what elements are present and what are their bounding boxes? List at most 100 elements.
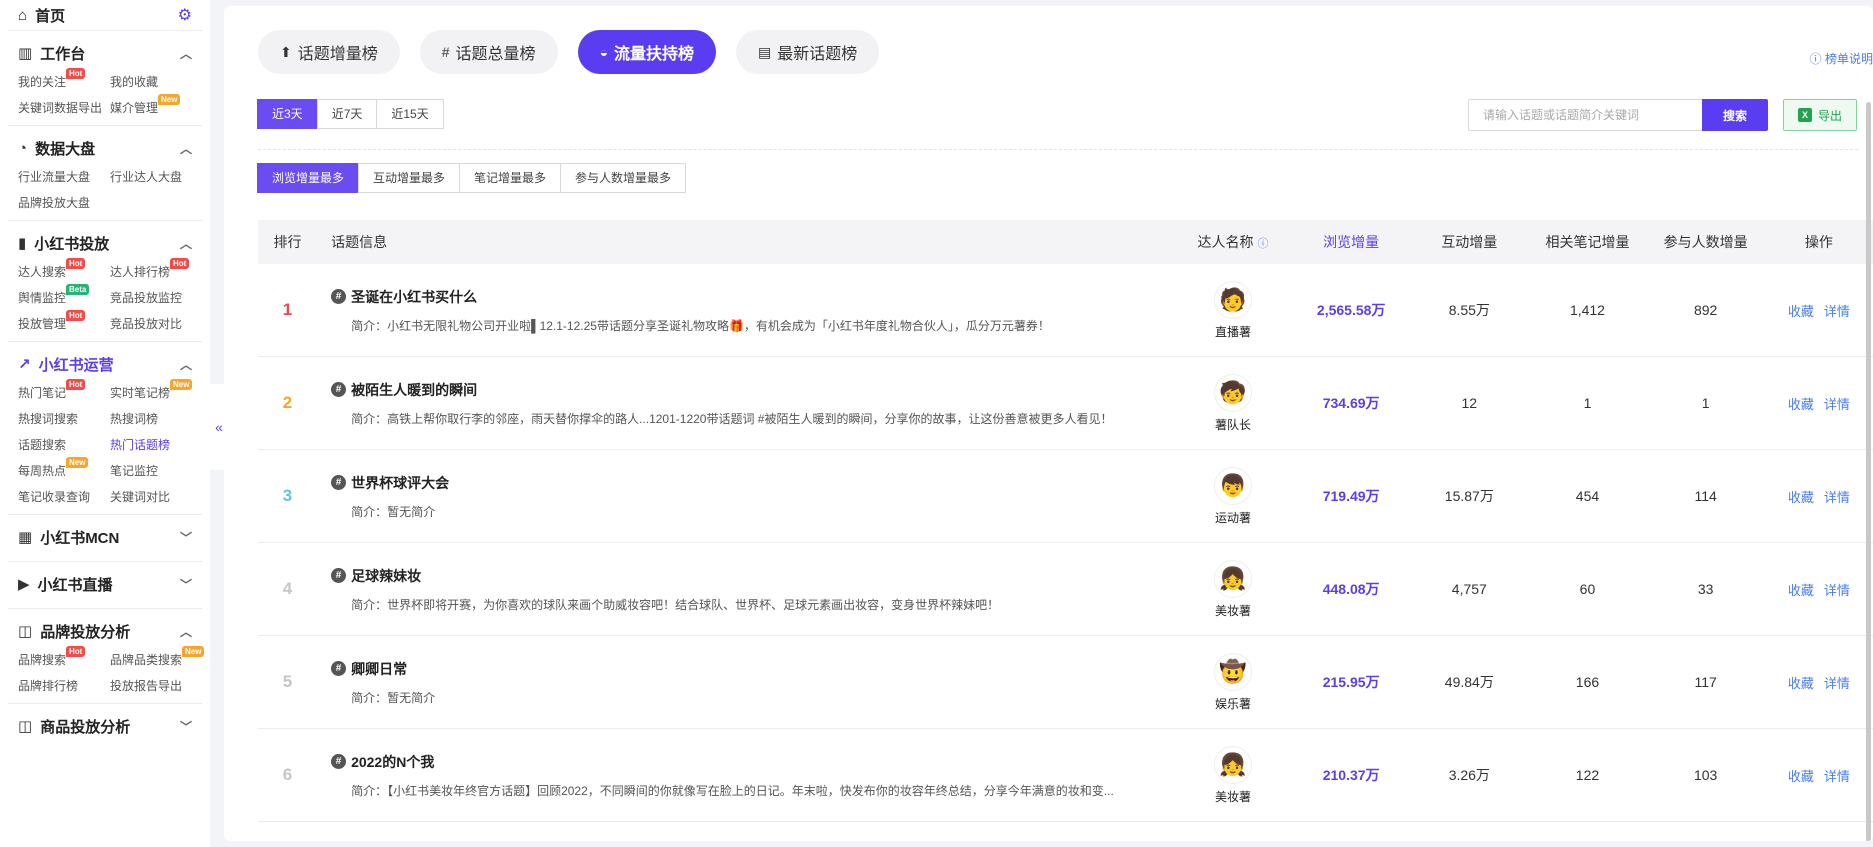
user-cell[interactable]: 👧 美妆薯	[1174, 745, 1292, 805]
sort-filter-option[interactable]: 浏览增量最多	[257, 163, 360, 193]
detail-link[interactable]: 详情	[1824, 676, 1850, 691]
topic-title[interactable]: #2022的N个我	[331, 752, 1174, 772]
tab-0[interactable]: ⬆ 话题增量榜	[258, 30, 400, 74]
sidebar-section-header[interactable]: ◫ 品牌投放分析 ︿	[18, 617, 192, 645]
tab-2[interactable]: ◒ 流量扶持榜	[577, 30, 717, 74]
topic-title[interactable]: # 卿卿日常	[331, 659, 1174, 679]
chevron-up-icon[interactable]: ︿	[180, 235, 192, 252]
sidebar-section-header[interactable]: ▦ 小红书MCN ﹀	[18, 523, 192, 551]
chevron-up-icon[interactable]: ︿	[180, 623, 192, 640]
detail-link[interactable]: 详情	[1824, 304, 1850, 319]
topic-title[interactable]: # 世界杯球评大会	[331, 473, 1174, 493]
sidebar-item[interactable]: 竞品投放对比	[110, 313, 202, 335]
favorite-link[interactable]: 收藏	[1788, 304, 1814, 319]
topic-title-text: 被陌生人暖到的瞬间	[351, 381, 478, 398]
sidebar-section-header[interactable]: ↗ 小红书运营 ︿	[18, 350, 192, 378]
chevron-down-icon[interactable]: ﹀	[180, 718, 192, 735]
day-filter-option[interactable]: 近7天	[316, 99, 378, 129]
day-filter-option[interactable]: 近3天	[257, 99, 318, 129]
sidebar-item[interactable]: 投放管理 Hot	[18, 310, 110, 335]
sidebar-item[interactable]: 热搜词搜索	[18, 408, 110, 430]
favorite-link[interactable]: 收藏	[1788, 676, 1814, 691]
home-icon: ⌂	[18, 6, 28, 24]
badge-hot: Hot	[170, 258, 190, 269]
user-cell[interactable]: 🧑 直播薯	[1174, 280, 1292, 340]
topic-title[interactable]: # 圣诞在小红书买什么	[331, 287, 1174, 307]
sort-filter-option[interactable]: 参与人数增量最多	[560, 163, 687, 193]
gear-icon[interactable]: ⚙	[178, 5, 192, 25]
sidebar-section-header[interactable]: ▶ 小红书直播 ﹀	[18, 570, 192, 598]
day-filter-option[interactable]: 近15天	[376, 99, 444, 129]
user-cell[interactable]: 🤠 娱乐薯	[1174, 652, 1292, 712]
user-cell[interactable]: 👧 美妆薯	[1174, 559, 1292, 619]
notes-value: 1,412	[1569, 302, 1605, 318]
sidebar-section-header[interactable]: ▥ 工作台 ︿	[18, 39, 192, 67]
export-button[interactable]: X 导出	[1783, 99, 1857, 131]
header-people[interactable]: 参与人数增量	[1647, 232, 1765, 252]
notes-cell: 1	[1528, 395, 1646, 411]
chevron-down-icon[interactable]: ﹀	[180, 529, 192, 546]
sidebar-section-header[interactable]: ◫ 商品投放分析 ﹀	[18, 712, 192, 740]
sidebar-item[interactable]: 每周热点 New	[18, 457, 110, 482]
sidebar-home[interactable]: ⌂ 首页 ⚙	[0, 0, 210, 30]
favorite-link[interactable]: 收藏	[1788, 583, 1814, 598]
sidebar-item[interactable]: 品牌搜索 Hot	[18, 646, 110, 671]
detail-link[interactable]: 详情	[1824, 583, 1850, 598]
header-interact[interactable]: 互动增量	[1410, 232, 1528, 252]
sidebar-item[interactable]: 达人搜索 Hot	[18, 258, 110, 283]
sidebar-item[interactable]: 达人排行榜 Hot	[110, 258, 202, 283]
header-views[interactable]: 浏览增量	[1292, 232, 1410, 252]
user-cell[interactable]: 👦 运动薯	[1174, 466, 1292, 526]
sidebar-item[interactable]: 我的收藏	[110, 71, 202, 93]
tab-label: 最新话题榜	[777, 46, 858, 63]
sidebar-item[interactable]: 竞品投放监控	[110, 287, 202, 309]
search-input[interactable]	[1468, 99, 1702, 131]
sidebar-item[interactable]: 我的关注 Hot	[18, 68, 110, 93]
chevron-down-icon[interactable]: ﹀	[180, 576, 192, 593]
favorite-link[interactable]: 收藏	[1788, 769, 1814, 784]
sidebar-item[interactable]: 品牌排行榜	[18, 675, 110, 697]
sidebar-item[interactable]: 热搜词榜	[110, 408, 202, 430]
sidebar-item[interactable]: 行业流量大盘	[18, 166, 110, 188]
sidebar-item[interactable]: 实时笔记榜 New	[110, 379, 202, 404]
sidebar-item[interactable]: 关键词对比	[110, 486, 202, 508]
topic-table: 1 # 圣诞在小红书买什么 简介：小红书无限礼物公司开业啦▌12.1-12.25带话题…	[258, 264, 1873, 822]
sidebar-section: ◫ 商品投放分析 ﹀	[8, 703, 202, 750]
sidebar-item[interactable]: 笔记监控	[110, 460, 202, 482]
sidebar-item[interactable]: 关键词数据导出	[18, 97, 110, 119]
sidebar-item[interactable]: 热门笔记 Hot	[18, 379, 110, 404]
sidebar-item[interactable]: 笔记收录查询	[18, 486, 110, 508]
rank-help-link[interactable]: ⓘ 榜单说明	[1810, 50, 1873, 67]
sidebar-item[interactable]: 投放报告导出	[110, 675, 202, 697]
header-notes[interactable]: 相关笔记增量	[1528, 232, 1646, 252]
detail-link[interactable]: 详情	[1824, 769, 1850, 784]
sidebar-item[interactable]: 品牌品类搜索 New	[110, 646, 205, 671]
sidebar-item[interactable]: 话题搜索	[18, 434, 110, 456]
scrollbar[interactable]	[1866, 102, 1871, 841]
chevron-up-icon[interactable]: ︿	[180, 140, 192, 157]
sidebar-item[interactable]: 行业达人大盘	[110, 166, 202, 188]
sidebar-section-header[interactable]: ◔ 数据大盘 ︿	[18, 134, 192, 162]
tab-3[interactable]: ▤ 最新话题榜	[736, 30, 880, 74]
topic-title[interactable]: # 足球辣妹妆	[331, 566, 1174, 586]
question-icon[interactable]: ⓘ	[1257, 238, 1268, 250]
sidebar-item[interactable]: 媒介管理 New	[110, 94, 202, 119]
user-cell[interactable]: 🧒 薯队长	[1174, 373, 1292, 433]
favorite-link[interactable]: 收藏	[1788, 397, 1814, 412]
rank-cell: 2	[258, 393, 317, 413]
detail-link[interactable]: 详情	[1824, 397, 1850, 412]
search-button[interactable]: 搜索	[1702, 99, 1768, 131]
sort-filter-option[interactable]: 互动增量最多	[358, 163, 461, 193]
favorite-link[interactable]: 收藏	[1788, 490, 1814, 505]
chevron-up-icon[interactable]: ︿	[180, 356, 192, 373]
topic-title[interactable]: # 被陌生人暖到的瞬间	[331, 380, 1174, 400]
sidebar-item[interactable]: 热门话题榜	[110, 434, 202, 456]
sidebar-item[interactable]: 品牌投放大盘	[18, 192, 110, 214]
tab-1[interactable]: # 话题总量榜	[419, 30, 558, 74]
sort-filter-option[interactable]: 笔记增量最多	[459, 163, 562, 193]
detail-link[interactable]: 详情	[1824, 490, 1850, 505]
sidebar-section-header[interactable]: ▮ 小红书投放 ︿	[18, 229, 192, 257]
chevron-up-icon[interactable]: ︿	[180, 45, 192, 62]
sidebar-item[interactable]: 舆情监控 Beta	[18, 284, 110, 309]
topic-cell: # 卿卿日常 简介：暂无简介	[317, 659, 1174, 706]
